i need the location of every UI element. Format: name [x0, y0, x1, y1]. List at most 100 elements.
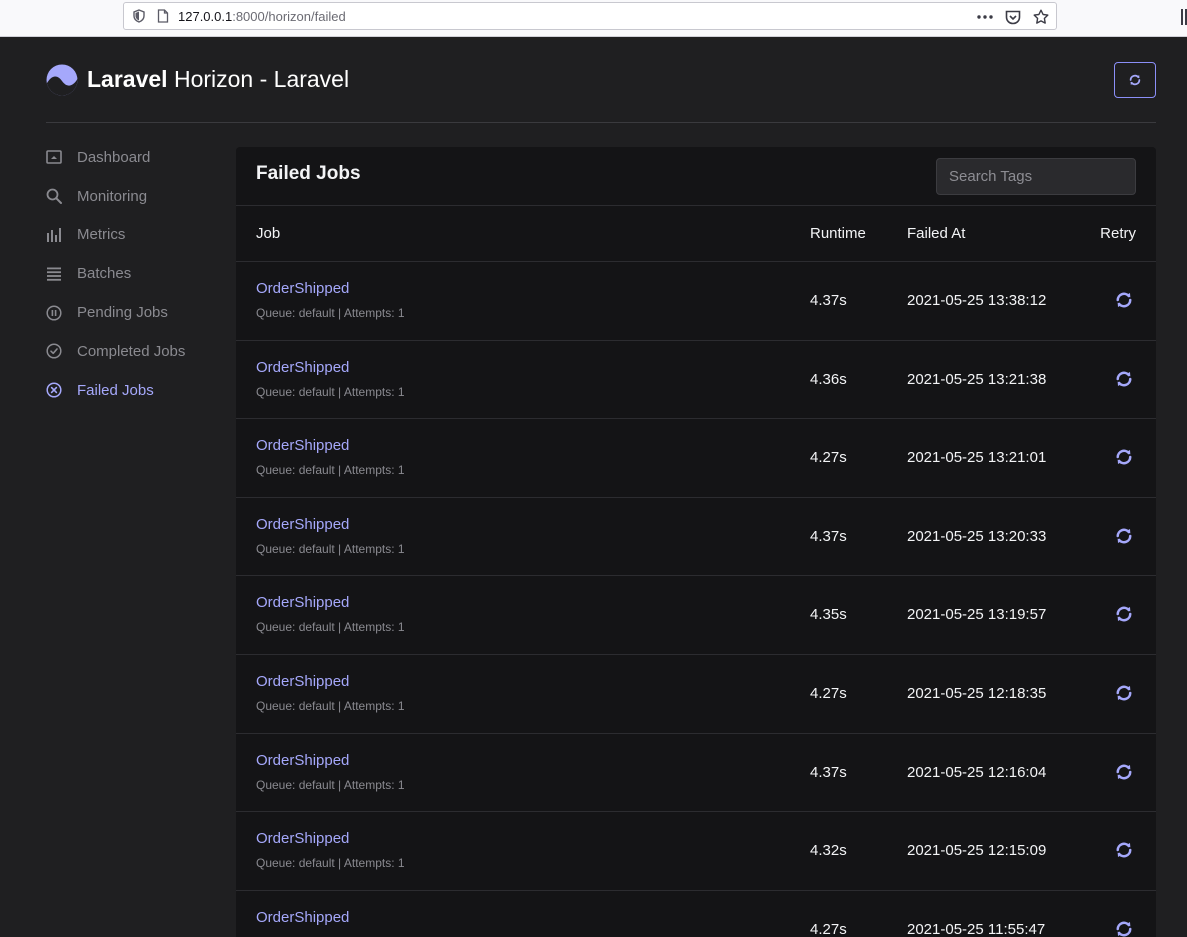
address-bar[interactable]: 127.0.0.1:8000/horizon/failed	[123, 2, 1057, 30]
job-failed-at: 2021-05-25 13:21:01	[907, 449, 1047, 467]
sidebar-nav: Dashboard Monitoring Metrics Batches Pen…	[46, 138, 226, 410]
sidebar-item-dashboard[interactable]: Dashboard	[46, 138, 226, 177]
job-failed-at: 2021-05-25 12:16:04	[907, 763, 1047, 781]
bar-chart-icon	[46, 227, 62, 243]
job-meta: Queue: default | Attempts: 1	[256, 306, 405, 320]
table-row: OrderShipped Queue: default | Attempts: 1…	[236, 734, 1156, 813]
brand-bold: Laravel	[87, 66, 168, 92]
job-name-link[interactable]: OrderShipped	[256, 594, 349, 611]
retry-icon[interactable]	[1112, 288, 1136, 312]
pause-circle-icon	[46, 305, 62, 321]
retry-icon[interactable]	[1112, 367, 1136, 391]
sidebar-item-label: Monitoring	[77, 187, 148, 205]
job-meta: Queue: default | Attempts: 1	[256, 698, 405, 713]
job-name-link[interactable]: OrderShipped	[256, 516, 349, 533]
sidebar-item-label: Dashboard	[77, 148, 151, 166]
job-runtime: 4.37s	[810, 527, 847, 545]
retry-icon[interactable]	[1112, 838, 1136, 862]
column-header-failed-at: Failed At	[907, 225, 966, 242]
table-header: Job Runtime Failed At Retry	[236, 206, 1156, 262]
job-meta: Queue: default | Attempts: 1	[256, 541, 405, 556]
job-runtime: 4.36s	[810, 370, 847, 388]
retry-icon[interactable]	[1112, 602, 1136, 626]
browser-toolbar: 127.0.0.1:8000/horizon/failed	[0, 0, 1187, 37]
job-name-link[interactable]: OrderShipped	[256, 752, 349, 769]
job-failed-at: 2021-05-25 11:55:47	[907, 920, 1046, 937]
sidebar-item-pending-jobs[interactable]: Pending Jobs	[46, 293, 226, 332]
brand-rest: Horizon - Laravel	[173, 66, 350, 92]
sidebar-item-monitoring[interactable]: Monitoring	[46, 177, 226, 216]
sidebar-item-label: Metrics	[77, 226, 126, 244]
job-failed-at: 2021-05-25 13:19:57	[907, 606, 1047, 624]
job-runtime: 4.32s	[810, 842, 847, 860]
table-row: OrderShipped Queue: default | Attempts: 1…	[236, 341, 1156, 420]
job-failed-at: 2021-05-25 13:20:33	[907, 527, 1047, 545]
pocket-icon[interactable]	[1004, 8, 1022, 26]
job-runtime: 4.37s	[810, 763, 847, 781]
sidebar-item-label: Pending Jobs	[77, 304, 168, 322]
table-row: OrderShipped Queue: default | Attempts: 1…	[236, 262, 1156, 341]
url-text[interactable]: 127.0.0.1:8000/horizon/failed	[178, 9, 346, 24]
column-header-runtime: Runtime	[810, 225, 866, 242]
app-title: Laravel Horizon - Laravel	[87, 64, 349, 94]
table-row: OrderShipped Queue: default | Attempts: 1…	[236, 655, 1156, 734]
sidebar-item-label: Batches	[77, 265, 132, 283]
retry-icon[interactable]	[1112, 445, 1136, 469]
column-header-job: Job	[256, 225, 281, 242]
check-circle-icon	[46, 343, 62, 359]
shield-icon[interactable]	[132, 9, 146, 23]
sidebar-item-metrics[interactable]: Metrics	[46, 216, 226, 255]
app-header: Laravel Horizon - Laravel	[46, 62, 1156, 98]
job-name-link[interactable]: OrderShipped	[256, 909, 349, 926]
dashboard-icon	[46, 149, 62, 165]
job-meta: Queue: default | Attempts: 1	[256, 620, 405, 635]
job-name-link[interactable]: OrderShipped	[256, 359, 349, 376]
job-name-link[interactable]: OrderShipped	[256, 280, 349, 297]
table-row: OrderShipped Queue: default | Attempts: 1…	[236, 419, 1156, 498]
job-runtime: 4.27s	[810, 920, 847, 937]
x-circle-icon	[46, 382, 62, 398]
retry-icon[interactable]	[1112, 524, 1136, 548]
list-icon	[46, 266, 62, 282]
job-runtime: 4.37s	[810, 292, 847, 309]
job-name-link[interactable]: OrderShipped	[256, 437, 349, 454]
job-runtime: 4.35s	[810, 606, 847, 624]
retry-icon[interactable]	[1112, 760, 1136, 784]
table-row: OrderShipped Queue: default | Attempts: 1…	[236, 576, 1156, 655]
card-header: Failed Jobs	[236, 147, 1156, 206]
search-tags-input[interactable]	[936, 158, 1136, 195]
table-row: OrderShipped Queue: default | Attempts: 1…	[236, 498, 1156, 577]
page-icon	[156, 9, 170, 23]
job-name-link[interactable]: OrderShipped	[256, 830, 349, 847]
job-runtime: 4.27s	[810, 684, 847, 702]
url-host: 127.0.0.1	[178, 8, 233, 24]
sidebar-item-label: Failed Jobs	[77, 381, 154, 399]
horizon-logo-icon	[46, 64, 78, 96]
more-icon[interactable]	[976, 8, 994, 26]
table-row: OrderShipped 4.27s 2021-05-25 11:55:47	[236, 891, 1156, 937]
job-failed-at: 2021-05-25 12:18:35	[907, 684, 1047, 702]
sidebar-item-failed-jobs[interactable]: Failed Jobs	[46, 371, 226, 410]
job-meta: Queue: default | Attempts: 1	[256, 777, 405, 792]
sidebar-item-batches[interactable]: Batches	[46, 254, 226, 293]
failed-jobs-card: Failed Jobs Job Runtime Failed At Retry …	[236, 147, 1156, 937]
library-icon[interactable]	[1181, 9, 1187, 25]
table-row: OrderShipped Queue: default | Attempts: 1…	[236, 812, 1156, 891]
refresh-icon	[1128, 73, 1142, 87]
job-meta: Queue: default | Attempts: 1	[256, 856, 405, 871]
url-path: :8000/horizon/failed	[232, 8, 346, 24]
job-meta: Queue: default | Attempts: 1	[256, 384, 405, 399]
sidebar-item-completed-jobs[interactable]: Completed Jobs	[46, 332, 226, 371]
auto-refresh-button[interactable]	[1114, 62, 1156, 98]
retry-icon[interactable]	[1112, 917, 1136, 937]
column-header-retry: Retry	[1100, 225, 1136, 242]
header-divider	[46, 122, 1156, 123]
job-runtime: 4.27s	[810, 449, 847, 467]
search-icon	[46, 188, 62, 205]
table-body: OrderShipped Queue: default | Attempts: 1…	[236, 262, 1156, 937]
job-name-link[interactable]: OrderShipped	[256, 673, 349, 690]
retry-icon[interactable]	[1112, 681, 1136, 705]
bookmark-star-icon[interactable]	[1032, 8, 1050, 26]
job-failed-at: 2021-05-25 13:21:38	[907, 370, 1047, 388]
card-title: Failed Jobs	[256, 163, 361, 184]
